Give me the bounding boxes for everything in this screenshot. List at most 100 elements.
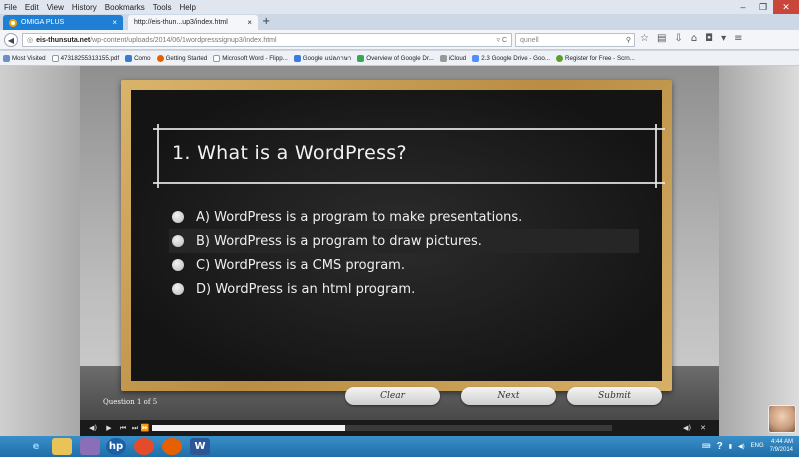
chrome-icon[interactable] bbox=[134, 438, 154, 455]
progress-fill bbox=[152, 425, 346, 431]
bookmark-item[interactable]: 2.3 Google Drive - Goo... bbox=[469, 54, 553, 62]
file-icon bbox=[213, 54, 221, 62]
radio-button[interactable] bbox=[172, 235, 184, 247]
window-controls: – ❐ ✕ bbox=[733, 0, 799, 14]
avatar[interactable] bbox=[768, 405, 796, 433]
chalk-line bbox=[655, 124, 657, 188]
menu-file[interactable]: File bbox=[0, 3, 21, 12]
bookmark-item[interactable]: Getting Started bbox=[154, 54, 211, 62]
ie-icon[interactable]: e bbox=[26, 438, 46, 455]
bookmark-item[interactable]: Most Visited bbox=[0, 54, 49, 62]
bookmark-item[interactable]: Google แปลภาษา bbox=[291, 53, 355, 63]
radio-button[interactable] bbox=[172, 211, 184, 223]
pocket-icon[interactable]: ◘ bbox=[705, 33, 713, 44]
bookmark-item[interactable]: Overview of Google Dr... bbox=[354, 54, 436, 62]
download-icon[interactable]: ⇩ bbox=[674, 33, 682, 44]
bookmark-item[interactable]: Register for Free - Scrn... bbox=[553, 54, 638, 62]
bookmark-item[interactable]: 473182553131​55.pdf bbox=[49, 54, 123, 62]
answer-option-c[interactable]: C) WordPress is a CMS program. bbox=[169, 253, 639, 277]
search-input[interactable]: qunell ⚲ bbox=[515, 33, 635, 47]
tab-quiz-page[interactable]: http://eis-thun...up3/index.html × bbox=[128, 15, 258, 30]
answer-text: D) WordPress is an html program. bbox=[196, 281, 416, 297]
taskbar: e hp W ⌨ ? ▮ ◀) ENG 4:44 AM 7/9/2014 bbox=[0, 436, 799, 457]
file-icon bbox=[51, 54, 59, 62]
tab-label: http://eis-thun...up3/index.html bbox=[134, 19, 228, 26]
keyboard-icon[interactable]: ⌨ bbox=[702, 443, 711, 450]
omiga-icon bbox=[9, 18, 17, 27]
player-controls: ◀) ▶ ⏮ ⏭ ⏩ ◀) ✕ bbox=[80, 420, 719, 436]
search-placeholder: qunell bbox=[520, 36, 539, 44]
clock-time: 4:44 AM bbox=[770, 439, 793, 445]
clock[interactable]: 4:44 AM 7/9/2014 bbox=[770, 438, 793, 454]
bookmarks-bar: Most Visited 473182553131​55.pdf Como Ge… bbox=[0, 51, 799, 66]
prev-icon[interactable]: ⏮ bbox=[118, 423, 128, 433]
bookmark-item[interactable]: Como bbox=[122, 54, 154, 62]
wall-left bbox=[0, 66, 80, 436]
menu-help[interactable]: Help bbox=[175, 3, 199, 12]
answer-option-d[interactable]: D) WordPress is an html program. bbox=[169, 277, 639, 301]
bookmark-item[interactable]: iCloud bbox=[437, 54, 470, 62]
system-tray: ⌨ ? ▮ ◀) ENG 4:44 AM 7/9/2014 bbox=[702, 438, 793, 454]
close-tab-icon[interactable]: × bbox=[247, 18, 252, 27]
home-icon[interactable]: ⌂ bbox=[691, 33, 697, 44]
volume-icon[interactable]: ◀) bbox=[738, 443, 745, 450]
menu-icon[interactable]: ≡ bbox=[734, 33, 742, 44]
answer-text: B) WordPress is a program to draw pictur… bbox=[196, 233, 482, 249]
volume-icon[interactable]: ◀) bbox=[682, 423, 692, 433]
reading-list-icon[interactable]: ▤ bbox=[657, 33, 666, 44]
close-tab-icon[interactable]: × bbox=[112, 18, 117, 27]
menu-bookmarks[interactable]: Bookmarks bbox=[101, 3, 149, 12]
register-icon bbox=[556, 54, 564, 62]
globe-icon: ◎ bbox=[27, 37, 34, 44]
close-player-icon[interactable]: ✕ bbox=[698, 423, 708, 433]
answer-option-a[interactable]: A) WordPress is a program to make presen… bbox=[169, 205, 639, 229]
radio-button[interactable] bbox=[172, 259, 184, 271]
maximize-button[interactable]: ❐ bbox=[753, 0, 773, 14]
progress-bar[interactable] bbox=[152, 425, 612, 431]
menu-history[interactable]: History bbox=[68, 3, 101, 12]
navigation-bar: ◀ ◎ eis-thunsuta.net /wp-content/uploads… bbox=[0, 30, 799, 50]
browser-window: File Edit View History Bookmarks Tools H… bbox=[0, 0, 799, 457]
chat-icon bbox=[125, 54, 133, 62]
answer-list: A) WordPress is a program to make presen… bbox=[169, 205, 639, 301]
reload-icon[interactable]: ▿ C bbox=[496, 36, 507, 44]
tab-bar: OMIGA PLUS × http://eis-thun...up3/index… bbox=[0, 14, 799, 30]
drive-icon bbox=[357, 54, 365, 62]
folder-icon[interactable] bbox=[52, 438, 72, 455]
next-track-icon[interactable]: ⏭ bbox=[130, 423, 140, 433]
tab-omiga-plus[interactable]: OMIGA PLUS × bbox=[3, 15, 123, 30]
word-icon[interactable]: W bbox=[190, 438, 210, 455]
bookmark-item[interactable]: Microsoft Word - Flipp... bbox=[210, 54, 291, 62]
search-icon[interactable]: ⚲ bbox=[626, 36, 631, 44]
clear-button[interactable]: Clear bbox=[345, 387, 440, 405]
menu-tools[interactable]: Tools bbox=[149, 3, 176, 12]
chalk-line bbox=[157, 124, 159, 188]
bookmark-star-icon[interactable]: ☆ bbox=[640, 33, 649, 44]
answer-option-b[interactable]: B) WordPress is a program to draw pictur… bbox=[169, 229, 639, 253]
firefox-icon[interactable] bbox=[162, 438, 182, 455]
rewind-icon[interactable]: ◀) bbox=[88, 423, 98, 433]
menu-view[interactable]: View bbox=[43, 3, 68, 12]
back-button[interactable]: ◀ bbox=[4, 33, 18, 47]
play-icon[interactable]: ▶ bbox=[104, 423, 114, 433]
close-window-button[interactable]: ✕ bbox=[773, 0, 799, 14]
network-icon[interactable]: ▮ bbox=[729, 443, 732, 450]
minimize-button[interactable]: – bbox=[733, 0, 753, 14]
fast-forward-icon[interactable]: ⏩ bbox=[140, 423, 150, 433]
next-button[interactable]: Next bbox=[461, 387, 556, 405]
chalk-line bbox=[153, 128, 665, 130]
shield-icon[interactable]: ▾ bbox=[721, 33, 726, 44]
firefox-icon bbox=[156, 54, 164, 62]
language-indicator[interactable]: ENG bbox=[751, 443, 764, 449]
hp-icon[interactable]: hp bbox=[106, 438, 126, 455]
url-path: /wp-content/uploads/2014/06/1wordpresssi… bbox=[90, 36, 277, 44]
toolbar-icons: ☆ ▤ ⇩ ⌂ ◘ ▾ ≡ bbox=[640, 33, 743, 44]
answer-text: C) WordPress is a CMS program. bbox=[196, 257, 405, 273]
radio-button[interactable] bbox=[172, 283, 184, 295]
url-bar[interactable]: ◎ eis-thunsuta.net /wp-content/uploads/2… bbox=[22, 33, 512, 47]
submit-button[interactable]: Submit bbox=[567, 387, 662, 405]
new-tab-button[interactable]: + bbox=[262, 16, 270, 27]
photos-icon[interactable] bbox=[80, 438, 100, 455]
menu-edit[interactable]: Edit bbox=[21, 3, 43, 12]
help-icon[interactable]: ? bbox=[717, 441, 723, 452]
